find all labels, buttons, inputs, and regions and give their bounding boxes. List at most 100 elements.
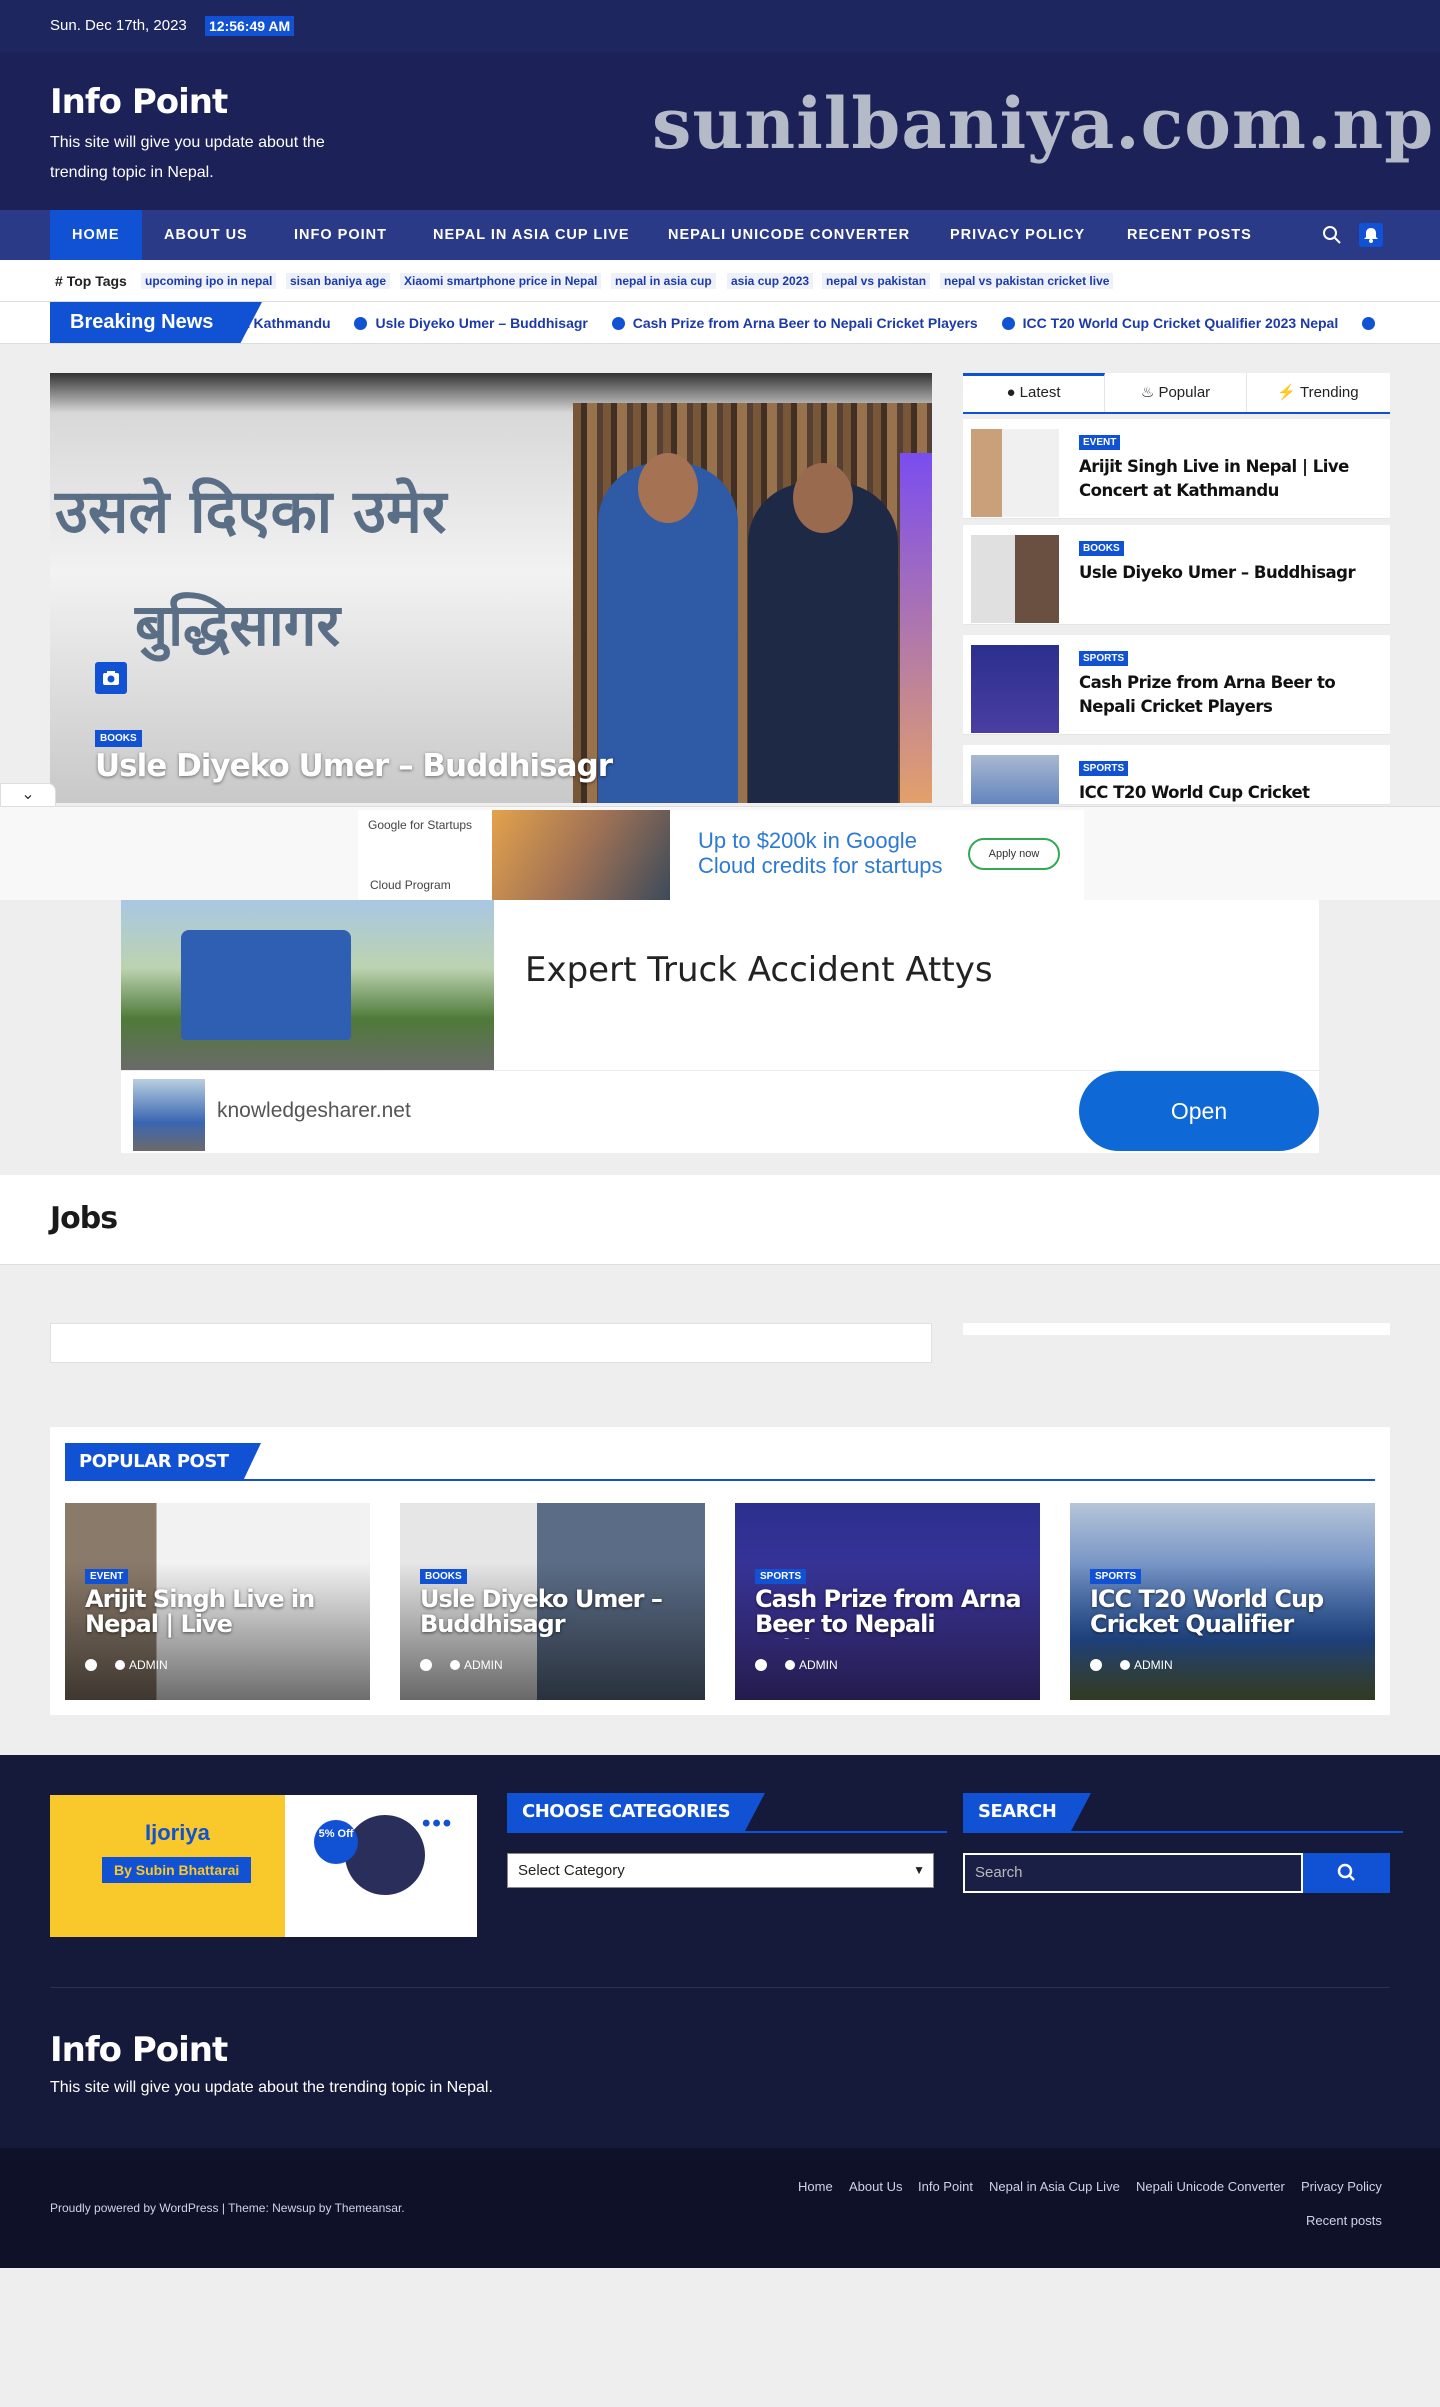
nav-nepal-asia-cup[interactable]: NEPAL IN ASIA CUP LIVE xyxy=(411,210,652,260)
tag-link[interactable]: nepal in asia cup xyxy=(611,273,716,289)
jobs-section: Jobs xyxy=(0,1175,1440,1265)
site-description: This site will give you update about the… xyxy=(50,134,325,181)
footer-link-home[interactable]: Home xyxy=(798,2179,833,2194)
nav-about-us[interactable]: ABOUT US xyxy=(142,210,270,260)
breaking-item[interactable]: Cash Prize from Arna Beer to Nepali Cric… xyxy=(633,315,978,331)
tab-trending[interactable]: ⚡ Trending xyxy=(1247,373,1389,412)
header-banner[interactable]: sunilbaniya.com.np xyxy=(652,82,1434,165)
popular-card[interactable]: SPORTS Cash Prize from Arna Beer to Nepa… xyxy=(735,1503,1040,1700)
footer-book-ad[interactable]: Ijoriya By Subin Bhattarai 5% Off ••• xyxy=(50,1795,477,1937)
user-icon xyxy=(115,1660,125,1670)
tag-link[interactable]: nepal vs pakistan xyxy=(822,273,931,289)
sidebar-post[interactable]: BOOKS Usle Diyeko Umer – Buddhisagr xyxy=(963,525,1390,625)
open-button[interactable]: Open xyxy=(1079,1071,1319,1151)
search-title: SEARCH xyxy=(963,1793,1092,1831)
sidebar-tabs: ● Latest ♨ Popular ⚡ Trending xyxy=(963,373,1390,414)
popular-card[interactable]: SPORTS ICC T20 World Cup Cricket Qualifi… xyxy=(1070,1503,1375,1700)
breaking-news-label: Breaking News xyxy=(50,302,262,343)
clock-icon: ● xyxy=(1006,384,1016,401)
truck-accident-ad[interactable]: Expert Truck Accident Attys knowledgesha… xyxy=(121,900,1319,1153)
post-author[interactable]: ADMIN xyxy=(129,1658,168,1672)
category-badge[interactable]: BOOKS xyxy=(1079,541,1124,556)
post-thumbnail[interactable] xyxy=(971,429,1059,517)
footer-ad-title: Ijoriya xyxy=(145,1820,210,1845)
category-badge[interactable]: SPORTS xyxy=(755,1569,807,1584)
tab-popular[interactable]: ♨ Popular xyxy=(1105,373,1247,412)
nav-unicode-converter[interactable]: NEPALI UNICODE CONVERTER xyxy=(646,210,932,260)
tag-link[interactable]: sisan baniya age xyxy=(286,273,391,289)
category-select[interactable]: Select Category ▼ xyxy=(507,1853,934,1888)
footer-search-button[interactable] xyxy=(1303,1853,1390,1893)
more-dots-icon: ••• xyxy=(422,1810,454,1837)
current-date: Sun. Dec 17th, 2023 xyxy=(50,17,187,34)
post-thumbnail[interactable] xyxy=(971,755,1059,804)
category-badge[interactable]: BOOKS xyxy=(420,1569,467,1584)
post-title[interactable]: Cash Prize from Arna Beer to Nepali Cric… xyxy=(1079,671,1379,719)
popular-title: POPULAR POST xyxy=(65,1443,261,1481)
post-author[interactable]: ADMIN xyxy=(464,1658,503,1672)
popular-card[interactable]: EVENT Arijit Singh Live in Nepal | Live … xyxy=(65,1503,370,1700)
breaking-ticker: t Kathmandu Usle Diyeko Umer – Buddhisag… xyxy=(200,302,1403,343)
nav-info-point[interactable]: INFO POINT xyxy=(272,210,409,260)
footer-link-privacy-policy[interactable]: Privacy Policy xyxy=(1301,2179,1382,2194)
category-badge[interactable]: EVENT xyxy=(85,1569,129,1584)
post-title[interactable]: ICC T20 World Cup Cricket Qualifier 202.… xyxy=(1090,1587,1360,1639)
google-startups-ad[interactable]: Google for Startups Cloud Program Up to … xyxy=(358,810,1084,900)
search-widget-title: SEARCH xyxy=(963,1793,1403,1833)
category-badge[interactable]: SPORTS xyxy=(1090,1569,1142,1584)
apply-now-button[interactable]: Apply now xyxy=(968,838,1060,870)
popular-card[interactable]: BOOKS Usle Diyeko Umer – Buddhisagr ADMI… xyxy=(400,1503,705,1700)
footer-search-input[interactable]: Search xyxy=(963,1853,1303,1893)
content-placeholder xyxy=(50,1323,932,1363)
category-badge[interactable]: SPORTS xyxy=(1079,651,1129,666)
footer-site-description: This site will give you update about the… xyxy=(50,2079,493,2096)
arrow-circle-icon xyxy=(1362,317,1376,330)
breaking-news-bar: t Kathmandu Usle Diyeko Umer – Buddhisag… xyxy=(0,302,1440,344)
breaking-item[interactable]: Usle Diyeko Umer – Buddhisagr xyxy=(375,315,587,331)
nav-home[interactable]: HOME xyxy=(50,210,142,260)
post-thumbnail[interactable] xyxy=(971,535,1059,623)
footer-link-nepal-asia-cup[interactable]: Nepal in Asia Cup Live xyxy=(989,2179,1120,2194)
tag-link[interactable]: asia cup 2023 xyxy=(727,273,814,289)
tag-link[interactable]: upcoming ipo in nepal xyxy=(141,273,277,289)
sidebar-post[interactable]: EVENT Arijit Singh Live in Nepal | Live … xyxy=(963,419,1390,519)
post-title[interactable]: Arijit Singh Live in Nepal | Live Concer… xyxy=(1079,455,1379,503)
post-author[interactable]: ADMIN xyxy=(1134,1658,1173,1672)
search-icon[interactable] xyxy=(1322,225,1342,245)
ad-brand: Google for Startups xyxy=(368,818,473,832)
post-author[interactable]: ADMIN xyxy=(799,1658,838,1672)
sidebar-post[interactable]: SPORTS ICC T20 World Cup Cricket Qualifi… xyxy=(963,745,1390,805)
footer-link-info-point[interactable]: Info Point xyxy=(918,2179,973,2194)
footer-site-title[interactable]: Info Point xyxy=(50,2030,228,2070)
tag-link[interactable]: Xiaomi smartphone price in Nepal xyxy=(400,273,602,289)
breaking-item[interactable]: ICC T20 World Cup Cricket Qualifier 2023… xyxy=(1023,315,1339,331)
nav-recent-posts[interactable]: RECENT POSTS xyxy=(1105,210,1274,260)
tab-label: Latest xyxy=(1019,384,1061,401)
ad-collapse-button[interactable]: ⌄ xyxy=(0,783,56,808)
arrow-circle-icon xyxy=(354,317,368,330)
hero-title[interactable]: Usle Diyeko Umer – Buddhisagr xyxy=(95,748,613,784)
post-title[interactable]: Usle Diyeko Umer – Buddhisagr xyxy=(420,1587,690,1637)
category-badge[interactable]: SPORTS xyxy=(1079,761,1129,776)
footer-link-about-us[interactable]: About Us xyxy=(849,2179,902,2194)
tab-latest[interactable]: ● Latest xyxy=(963,373,1105,412)
bell-icon[interactable] xyxy=(1359,223,1383,247)
post-meta: ADMIN xyxy=(755,1658,838,1672)
hero-slider[interactable]: उसले दिएका उमेर बुद्धिसागर BOOKS Usle Di… xyxy=(50,373,932,803)
hero-category-badge[interactable]: BOOKS xyxy=(95,730,142,747)
moon-illustration xyxy=(345,1815,425,1895)
post-title[interactable]: Usle Diyeko Umer – Buddhisagr xyxy=(1079,561,1379,585)
post-title[interactable]: Arijit Singh Live in Nepal | Live Concer… xyxy=(85,1587,355,1639)
nav-privacy-policy[interactable]: PRIVACY POLICY xyxy=(928,210,1107,260)
user-icon xyxy=(1120,1660,1130,1670)
category-badge[interactable]: EVENT xyxy=(1079,435,1121,450)
post-thumbnail[interactable] xyxy=(971,645,1059,733)
tag-link[interactable]: nepal vs pakistan cricket live xyxy=(940,273,1114,289)
footer-link-recent-posts[interactable]: Recent posts xyxy=(1306,2213,1382,2228)
site-title[interactable]: Info Point xyxy=(50,82,228,122)
post-title[interactable]: ICC T20 World Cup Cricket Qualifier xyxy=(1079,781,1379,804)
footer-link-unicode-converter[interactable]: Nepali Unicode Converter xyxy=(1136,2179,1285,2194)
post-title[interactable]: Cash Prize from Arna Beer to Nepali Cric… xyxy=(755,1587,1025,1639)
sidebar-post[interactable]: SPORTS Cash Prize from Arna Beer to Nepa… xyxy=(963,635,1390,735)
chevron-down-icon: ▼ xyxy=(913,1863,925,1877)
